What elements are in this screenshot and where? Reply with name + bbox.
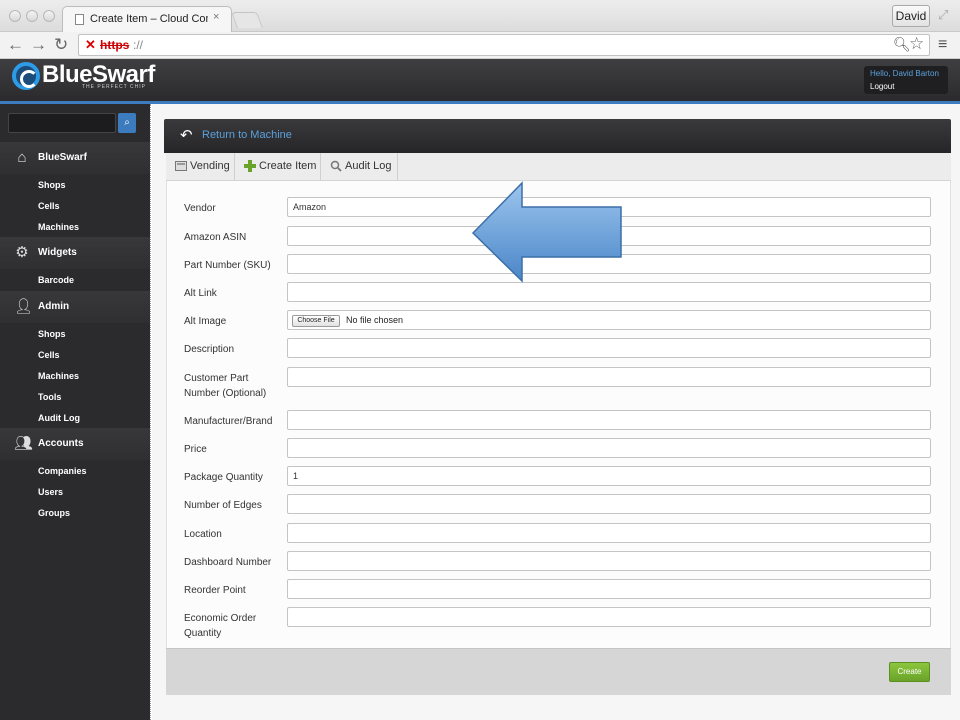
sidebar-section-blueswarf[interactable]: ⌂ BlueSwarf — [0, 142, 150, 174]
dashboard-number-label: Dashboard Number — [184, 557, 272, 568]
file-status: No file chosen — [346, 315, 404, 325]
sidebar-item-machines[interactable]: Machines — [38, 222, 79, 232]
package-quantity-field[interactable] — [287, 466, 931, 486]
gear-icon: ⚙ — [15, 244, 29, 261]
form-footer — [166, 648, 951, 695]
back-icon[interactable]: ← — [7, 35, 24, 55]
logout-link[interactable]: Logout — [870, 82, 894, 91]
tab-create-item[interactable]: Create Item — [235, 153, 321, 181]
tab-label: Create Item — [259, 160, 317, 172]
logo-tagline: THE PERFECT CHIP — [82, 84, 146, 90]
return-bar: ↶ Return to Machine — [164, 119, 951, 153]
reload-icon[interactable]: ↻ — [54, 35, 68, 55]
price-field[interactable] — [287, 438, 931, 458]
sidebar-item-shops[interactable]: Shops — [38, 180, 66, 190]
customer-part-number-field[interactable] — [287, 367, 931, 387]
manufacturer-label: Manufacturer/Brand — [184, 416, 273, 427]
tab-label: Audit Log — [345, 160, 392, 172]
dashboard-number-field[interactable] — [287, 551, 931, 571]
magnifier-icon — [330, 160, 342, 172]
search-icon: ⌕ — [124, 117, 130, 128]
number-of-edges-label: Number of Edges — [184, 500, 262, 511]
return-arrow-icon[interactable]: ↶ — [180, 126, 193, 144]
sidebar-item-admin-machines[interactable]: Machines — [38, 371, 79, 381]
sidebar-item-cells[interactable]: Cells — [38, 201, 60, 211]
sidebar-item-companies[interactable]: Companies — [38, 466, 87, 476]
choose-file-button[interactable]: Choose File — [292, 315, 340, 327]
sidebar-section-label: Accounts — [38, 438, 84, 449]
return-to-machine-link[interactable]: Return to Machine — [202, 129, 292, 141]
sidebar-item-tools[interactable]: Tools — [38, 392, 61, 402]
url-scheme: https — [100, 38, 130, 52]
fullscreen-icon[interactable]: ⤢ — [938, 7, 948, 23]
panel-tabs: Vending Create Item Audit Log — [166, 153, 951, 181]
create-button[interactable]: Create — [889, 662, 930, 682]
sidebar-search-input[interactable] — [8, 113, 116, 133]
insecure-icon: ✕ — [85, 37, 96, 52]
document-icon — [75, 14, 84, 25]
manufacturer-field[interactable] — [287, 410, 931, 430]
star-icon[interactable]: ☆ — [909, 34, 924, 54]
user-icon: 👤︎ — [14, 298, 34, 315]
customer-part-number-label: Customer Part Number (Optional) — [184, 373, 267, 399]
location-label: Location — [184, 529, 222, 540]
greeting[interactable]: Hello, David Barton — [870, 69, 939, 78]
tab-close-icon[interactable]: × — [213, 11, 219, 23]
sidebar-section-accounts[interactable]: 👥︎ Accounts — [0, 428, 150, 460]
browser-tab[interactable]: Create Item – Cloud Contro × — [62, 6, 232, 32]
sidebar-section-label: Widgets — [38, 247, 77, 258]
window-close-dot[interactable] — [9, 10, 21, 22]
package-quantity-label: Package Quantity — [184, 472, 263, 483]
description-label: Description — [184, 344, 235, 355]
tab-vending[interactable]: Vending — [166, 153, 235, 181]
alt-link-label: Alt Link — [184, 288, 217, 299]
sidebar-item-barcode[interactable]: Barcode — [38, 275, 74, 285]
logo-swirl-icon — [12, 62, 40, 90]
part-number-label: Part Number (SKU) — [184, 260, 271, 271]
search-button[interactable]: ⌕ — [118, 113, 136, 133]
sidebar-item-users[interactable]: Users — [38, 487, 63, 497]
sidebar-section-admin[interactable]: 👤︎ Admin — [0, 291, 150, 323]
browser-toolbar: ← → ↻ ✕ https :// 🔍︎ ☆ ≡ — [0, 32, 960, 59]
sidebar-section-label: Admin — [38, 301, 70, 312]
window-minimize-dot[interactable] — [26, 10, 38, 22]
url-text: :// — [133, 38, 144, 52]
menu-icon[interactable]: ≡ — [938, 36, 947, 54]
tab-label: Vending — [190, 160, 230, 172]
sidebar-item-admin-shops[interactable]: Shops — [38, 329, 66, 339]
plus-icon — [244, 160, 256, 172]
economic-order-quantity-label: Economic Order Quantity — [184, 613, 257, 639]
sidebar-item-admin-cells[interactable]: Cells — [38, 350, 60, 360]
vendor-label: Vendor — [184, 203, 216, 214]
new-tab-button[interactable] — [231, 12, 263, 28]
callout-arrow-icon — [471, 181, 622, 283]
sidebar-section-label: BlueSwarf — [38, 152, 87, 163]
sidebar-item-groups[interactable]: Groups — [38, 508, 70, 518]
users-icon: 👥︎ — [14, 435, 34, 452]
economic-order-quantity-field[interactable] — [287, 607, 931, 627]
reorder-point-label: Reorder Point — [184, 585, 246, 596]
address-bar[interactable]: ✕ https :// 🔍︎ ☆ — [78, 34, 930, 56]
sidebar-item-audit-log[interactable]: Audit Log — [38, 413, 80, 423]
sidebar — [0, 104, 150, 720]
location-field[interactable] — [287, 523, 931, 543]
sidebar-section-widgets[interactable]: ⚙ Widgets — [0, 237, 150, 269]
tab-audit-log[interactable]: Audit Log — [321, 153, 398, 181]
price-label: Price — [184, 444, 207, 455]
alt-image-label: Alt Image — [184, 316, 227, 327]
profile-button[interactable]: David — [892, 5, 930, 27]
forward-icon[interactable]: → — [30, 35, 47, 55]
window-zoom-dot[interactable] — [43, 10, 55, 22]
user-panel: Hello, David Barton Logout — [864, 66, 948, 94]
vending-icon — [175, 161, 187, 171]
tab-title: Create Item – Cloud Contro — [90, 13, 208, 25]
home-icon: ⌂ — [17, 149, 27, 166]
browser-titlebar: Create Item – Cloud Contro × David ⤢ — [0, 0, 960, 32]
description-field[interactable] — [287, 338, 931, 358]
number-of-edges-field[interactable] — [287, 494, 931, 514]
amazon-asin-label: Amazon ASIN — [184, 232, 247, 243]
reorder-point-field[interactable] — [287, 579, 931, 599]
